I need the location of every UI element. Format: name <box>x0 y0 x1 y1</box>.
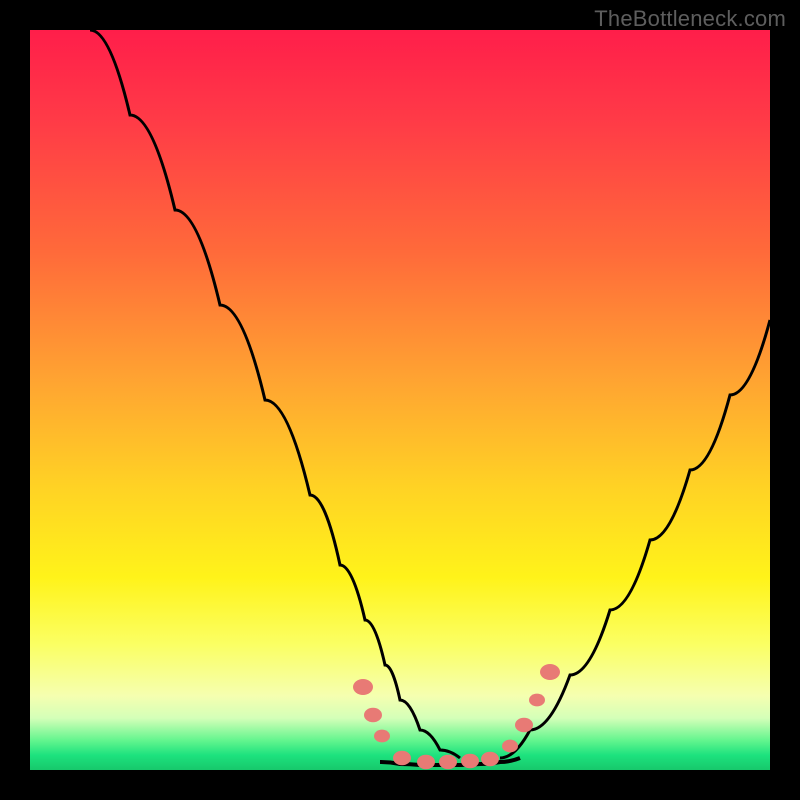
bottleneck-curve-svg <box>30 30 770 770</box>
valley-marker-2 <box>374 730 390 743</box>
watermark-text: TheBottleneck.com <box>594 6 786 32</box>
valley-marker-5 <box>439 755 457 769</box>
plot-area <box>30 30 770 770</box>
valley-marker-8 <box>502 740 518 753</box>
curve-left-branch <box>90 30 460 758</box>
valley-marker-7 <box>481 752 499 766</box>
chart-frame: TheBottleneck.com <box>0 0 800 800</box>
marker-group <box>353 664 560 769</box>
valley-marker-6 <box>461 754 479 768</box>
valley-marker-1 <box>364 708 382 722</box>
valley-marker-0 <box>353 679 373 695</box>
valley-marker-9 <box>515 718 533 732</box>
valley-marker-11 <box>540 664 560 680</box>
curve-right-branch <box>500 320 770 758</box>
valley-marker-3 <box>393 751 411 765</box>
valley-marker-4 <box>417 755 435 769</box>
valley-marker-10 <box>529 694 545 707</box>
